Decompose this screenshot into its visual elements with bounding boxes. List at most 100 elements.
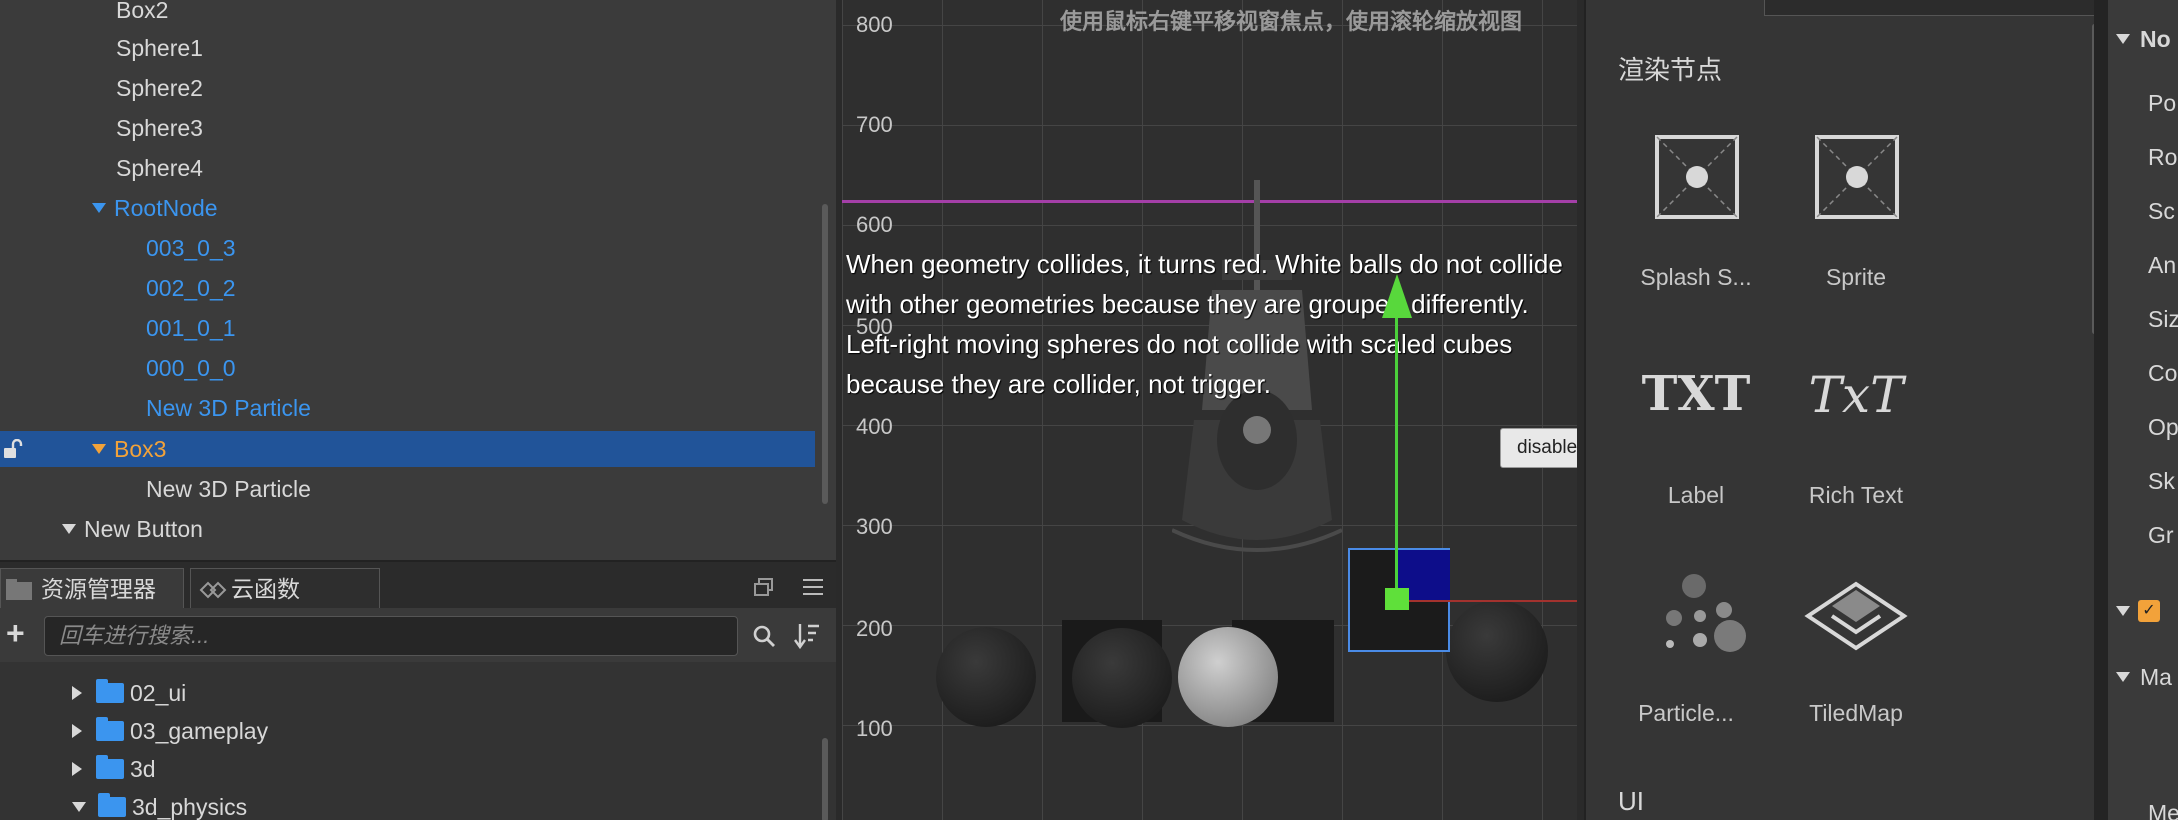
tree-item-sphere2[interactable]: Sphere2 <box>0 70 815 106</box>
disable-button[interactable]: disable <box>1500 428 1577 468</box>
y-axis-label: 300 <box>856 514 893 539</box>
expand-arrow-icon[interactable] <box>92 443 106 454</box>
enable-checkbox[interactable]: ✓ <box>2138 600 2160 622</box>
tree-item-rootnode[interactable]: RootNode <box>0 190 815 226</box>
gizmo-y-axis[interactable] <box>1395 310 1398 600</box>
prop-color: Co <box>2148 360 2178 386</box>
tree-item-sphere1[interactable]: Sphere1 <box>0 30 815 66</box>
assets-scrollbar[interactable] <box>822 738 828 820</box>
particle-icon[interactable] <box>1650 570 1750 660</box>
scene-view[interactable]: 使用鼠标右键平移视窗焦点，使用滚轮缩放视图 800 700 600 500 40… <box>842 0 1577 820</box>
hierarchy-scrollbar[interactable] <box>822 204 828 504</box>
folder-row-02-ui[interactable]: 02_ui <box>0 674 186 712</box>
tree-item-new-button[interactable]: New Button <box>0 511 815 547</box>
item-label: TiledMap <box>1809 700 1903 726</box>
y-axis-label: 200 <box>856 616 893 641</box>
expand-arrow-icon[interactable] <box>72 723 82 738</box>
expand-arrow-icon[interactable] <box>92 202 106 213</box>
tree-item-sphere3[interactable]: Sphere3 <box>0 110 815 146</box>
folder-row-03-gameplay[interactable]: 03_gameplay <box>0 712 268 750</box>
y-axis-label: 700 <box>856 112 893 137</box>
tree-item-001[interactable]: 001_0_1 <box>0 310 815 346</box>
folder-tab-icon <box>6 579 32 600</box>
tab-label: 资源管理器 <box>41 576 156 602</box>
tree-item-particle-b[interactable]: New 3D Particle <box>0 471 815 507</box>
collapse-arrow-icon[interactable] <box>2116 672 2130 682</box>
tree-item-box3[interactable]: Box3 <box>0 431 815 467</box>
tree-item-label: Sphere4 <box>116 155 203 181</box>
search-icon[interactable] <box>752 624 776 648</box>
tree-item-label: RootNode <box>114 195 218 221</box>
tree-item-label: 003_0_3 <box>146 235 236 261</box>
tree-item-box2[interactable]: Box2 <box>0 0 815 28</box>
label-txt-icon[interactable]: TXT <box>1636 366 1756 422</box>
collapse-arrow-icon[interactable] <box>2116 34 2130 44</box>
inspector-panel: No Po Ro Sc An Siz Co Op Sk Gr ✓ Ma Me <box>2094 0 2178 820</box>
prop-scale: Sc <box>2148 198 2175 224</box>
tree-item-label: Box2 <box>116 0 169 23</box>
y-axis-label: 400 <box>856 414 893 439</box>
tree-item-particle-a[interactable]: New 3D Particle <box>0 390 815 426</box>
folder-row-3d-physics[interactable]: 3d_physics <box>0 788 247 820</box>
item-label: Particle... <box>1638 700 1734 726</box>
expand-arrow-icon[interactable] <box>62 523 76 534</box>
menu-icon[interactable] <box>802 578 824 596</box>
tree-item-label: Sphere3 <box>116 115 203 141</box>
tree-item-003[interactable]: 003_0_3 <box>0 230 815 266</box>
expand-arrow-icon[interactable] <box>72 761 82 776</box>
collapse-arrow-icon[interactable] <box>2116 606 2130 616</box>
tree-item-label: Sphere2 <box>116 75 203 101</box>
section-heading: 渲染节点 <box>1618 55 1723 85</box>
rich-text-icon[interactable]: TxT <box>1796 366 1916 424</box>
sprite-icon[interactable] <box>1814 134 1900 220</box>
gizmo-x-axis[interactable] <box>1409 600 1577 602</box>
scene-hint: 使用鼠标右键平移视窗焦点，使用滚轮缩放视图 <box>1060 9 1523 34</box>
lock-icon[interactable] <box>2 439 24 459</box>
add-asset-button[interactable]: + <box>6 616 25 650</box>
prop-group: Gr <box>2148 522 2174 548</box>
tree-item-label: New 3D Particle <box>146 395 311 421</box>
sphere-white[interactable] <box>1178 627 1278 727</box>
item-label: Rich Text <box>1808 482 1904 508</box>
tiledmap-icon[interactable] <box>1804 580 1908 652</box>
item-label: Sprite <box>1825 264 1887 290</box>
folder-icon <box>98 792 126 817</box>
folder-icon <box>96 716 124 741</box>
folder-label: 3d <box>130 756 156 782</box>
gizmo-center-handle[interactable] <box>1385 588 1409 610</box>
splash-screen-icon[interactable] <box>1654 134 1740 220</box>
assets-tabbar: 资源管理器 云函数 <box>0 562 836 608</box>
tab-assets[interactable]: 资源管理器 <box>0 568 184 608</box>
tree-item-002[interactable]: 002_0_2 <box>0 270 815 306</box>
sort-icon[interactable] <box>794 622 820 650</box>
gizmo-arrow-icon[interactable] <box>1382 274 1412 318</box>
tree-item-label: New 3D Particle <box>146 476 311 502</box>
tree-item-label: 000_0_0 <box>146 355 236 381</box>
node-section-title[interactable]: No <box>2140 26 2171 53</box>
prop-mesh: Me <box>2148 800 2178 820</box>
search-input[interactable]: 回车进行搜索... <box>44 616 738 656</box>
folder-row-3d[interactable]: 3d <box>0 750 156 788</box>
instruction-label: When geometry collides, it turns red. Wh… <box>846 249 1563 399</box>
material-section-title[interactable]: Ma <box>2140 664 2172 691</box>
folder-icon <box>96 678 124 703</box>
y-axis-label: 600 <box>856 212 893 237</box>
sphere-dark-3[interactable] <box>1446 600 1548 702</box>
assets-toolbar: + 回车进行搜索... <box>0 608 836 662</box>
folder-label: 02_ui <box>130 680 187 706</box>
y-axis-label: 100 <box>856 716 893 741</box>
section-heading-ui: UI <box>1618 786 1644 816</box>
tree-item-000[interactable]: 000_0_0 <box>0 350 815 386</box>
tab-cloud-functions[interactable]: 云函数 <box>190 568 380 608</box>
popout-icon[interactable] <box>754 578 774 596</box>
tree-item-sphere4[interactable]: Sphere4 <box>0 150 815 186</box>
prop-anchor: An <box>2148 252 2177 278</box>
assets-panel: 资源管理器 云函数 + 回车进行搜索... 02_ui 03_gameplay … <box>0 560 836 820</box>
library-toolbar <box>1764 0 2094 16</box>
expand-arrow-icon[interactable] <box>72 685 82 700</box>
y-axis-label: 800 <box>856 12 893 37</box>
sphere-dark-1[interactable] <box>936 627 1036 727</box>
tree-item-label: 002_0_2 <box>146 275 236 301</box>
sphere-dark-2[interactable] <box>1072 628 1172 728</box>
collapse-arrow-icon[interactable] <box>72 801 86 812</box>
